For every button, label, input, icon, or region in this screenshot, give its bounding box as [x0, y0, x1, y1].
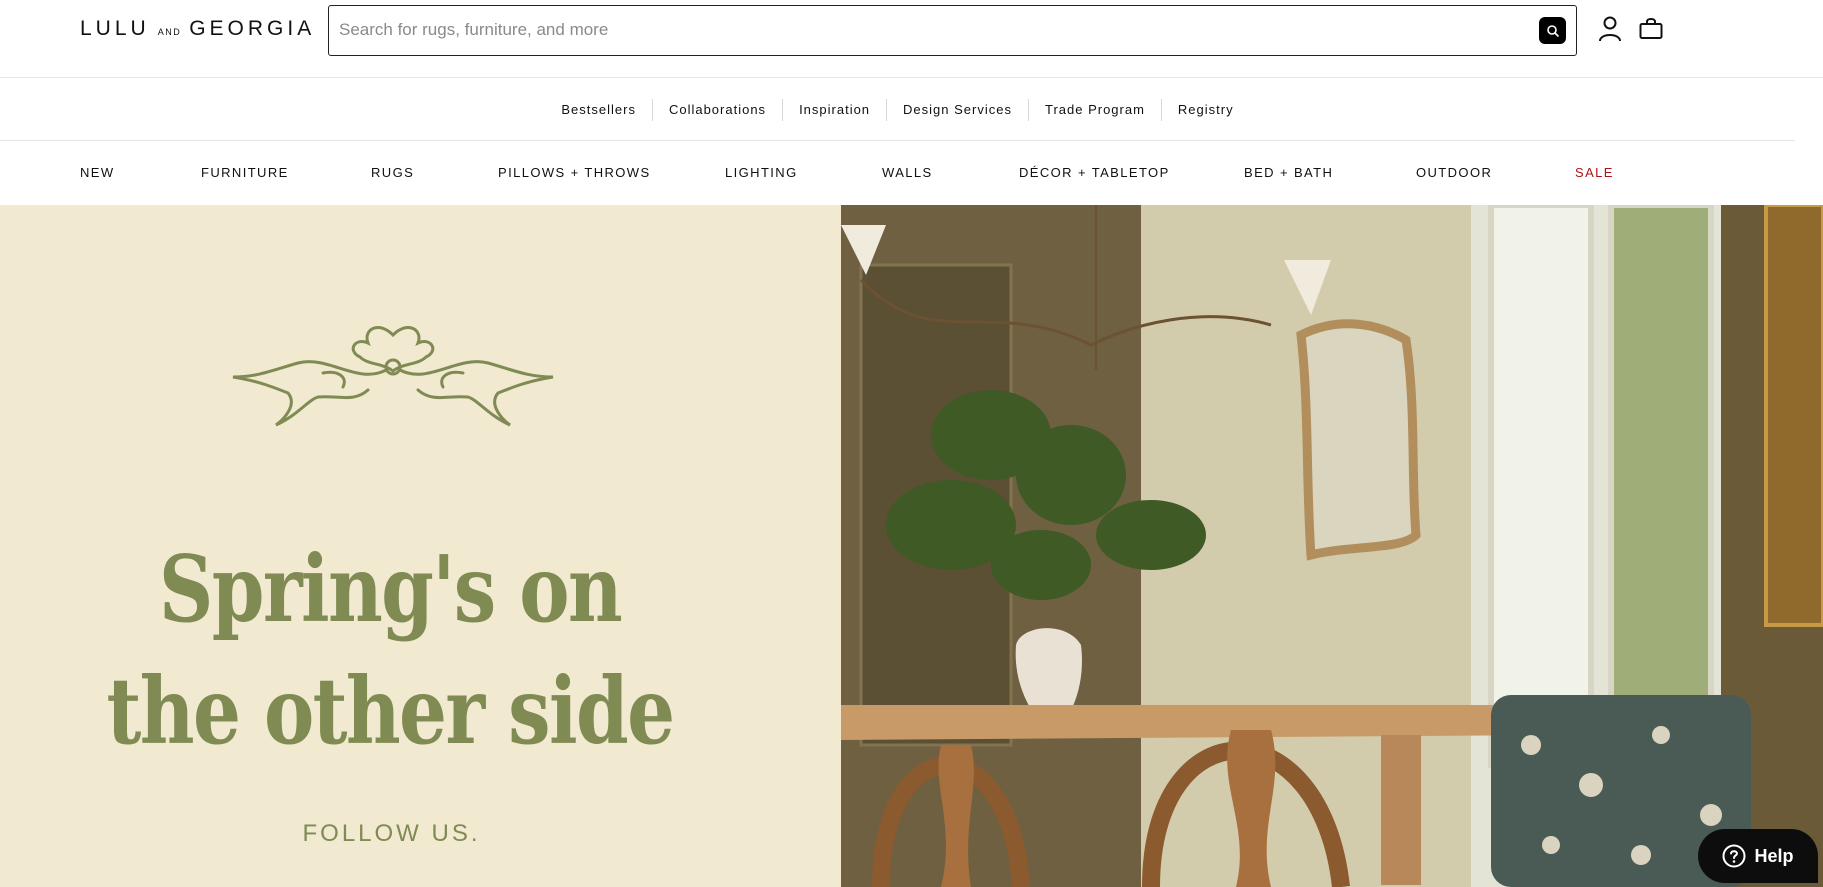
help-question-icon: [1722, 844, 1746, 868]
hero-dining-room-image[interactable]: [841, 205, 1823, 887]
page: LULU AND GEORGIA Search for rugs, furnit…: [0, 0, 1823, 887]
hero-text-panel[interactable]: Spring's on the other side FOLLOW US.: [0, 205, 841, 887]
utility-nav-inspiration[interactable]: Inspiration: [782, 98, 886, 121]
utility-nav: Bestsellers Collaborations Inspiration D…: [0, 79, 1795, 141]
category-decor-tabletop[interactable]: DÉCOR + TABLETOP: [1019, 165, 1170, 180]
site-header: LULU AND GEORGIA: [0, 0, 1823, 78]
utility-nav-registry[interactable]: Registry: [1160, 98, 1250, 121]
category-lighting[interactable]: LIGHTING: [725, 165, 798, 180]
utility-nav-design-services[interactable]: Design Services: [886, 98, 1028, 121]
account-button[interactable]: [1596, 15, 1624, 43]
cart-button[interactable]: [1637, 15, 1665, 43]
follow-us-link[interactable]: FOLLOW US.: [0, 820, 783, 848]
brand-logo[interactable]: LULU AND GEORGIA: [80, 17, 315, 43]
hero-headline-line-1: Spring's on: [158, 535, 623, 643]
help-button[interactable]: Help: [1698, 829, 1818, 883]
search-input[interactable]: [339, 14, 1499, 46]
search-button[interactable]: [1539, 17, 1566, 44]
flourish-ornament-icon: [232, 326, 554, 427]
shopping-bag-icon: [1639, 18, 1663, 39]
user-icon: [1599, 16, 1621, 42]
utility-nav-trade-program[interactable]: Trade Program: [1027, 98, 1161, 121]
dining-room-illustration: [841, 205, 1823, 887]
utility-nav-bestsellers[interactable]: Bestsellers: [545, 99, 652, 121]
search-icon: [1546, 24, 1559, 37]
category-furniture[interactable]: FURNITURE: [201, 165, 289, 180]
category-bed-bath[interactable]: BED + BATH: [1244, 165, 1333, 180]
search-bar: [328, 5, 1577, 56]
category-new[interactable]: NEW: [80, 165, 115, 180]
category-outdoor[interactable]: OUTDOOR: [1416, 165, 1492, 180]
category-sale[interactable]: SALE: [1575, 165, 1614, 180]
logo-word-left: LULU: [80, 17, 150, 40]
logo-word-right: GEORGIA: [189, 17, 316, 40]
category-rugs[interactable]: RUGS: [371, 165, 414, 180]
logo-word-and: AND: [157, 27, 182, 37]
category-nav: NEW FURNITURE RUGS PILLOWS + THROWS LIGH…: [0, 142, 1823, 205]
category-walls[interactable]: WALLS: [882, 165, 933, 180]
help-label: Help: [1754, 845, 1794, 866]
utility-nav-collaborations[interactable]: Collaborations: [651, 98, 782, 121]
hero-headline-line-2: the other side: [106, 657, 676, 765]
category-pillows-throws[interactable]: PILLOWS + THROWS: [498, 165, 651, 180]
